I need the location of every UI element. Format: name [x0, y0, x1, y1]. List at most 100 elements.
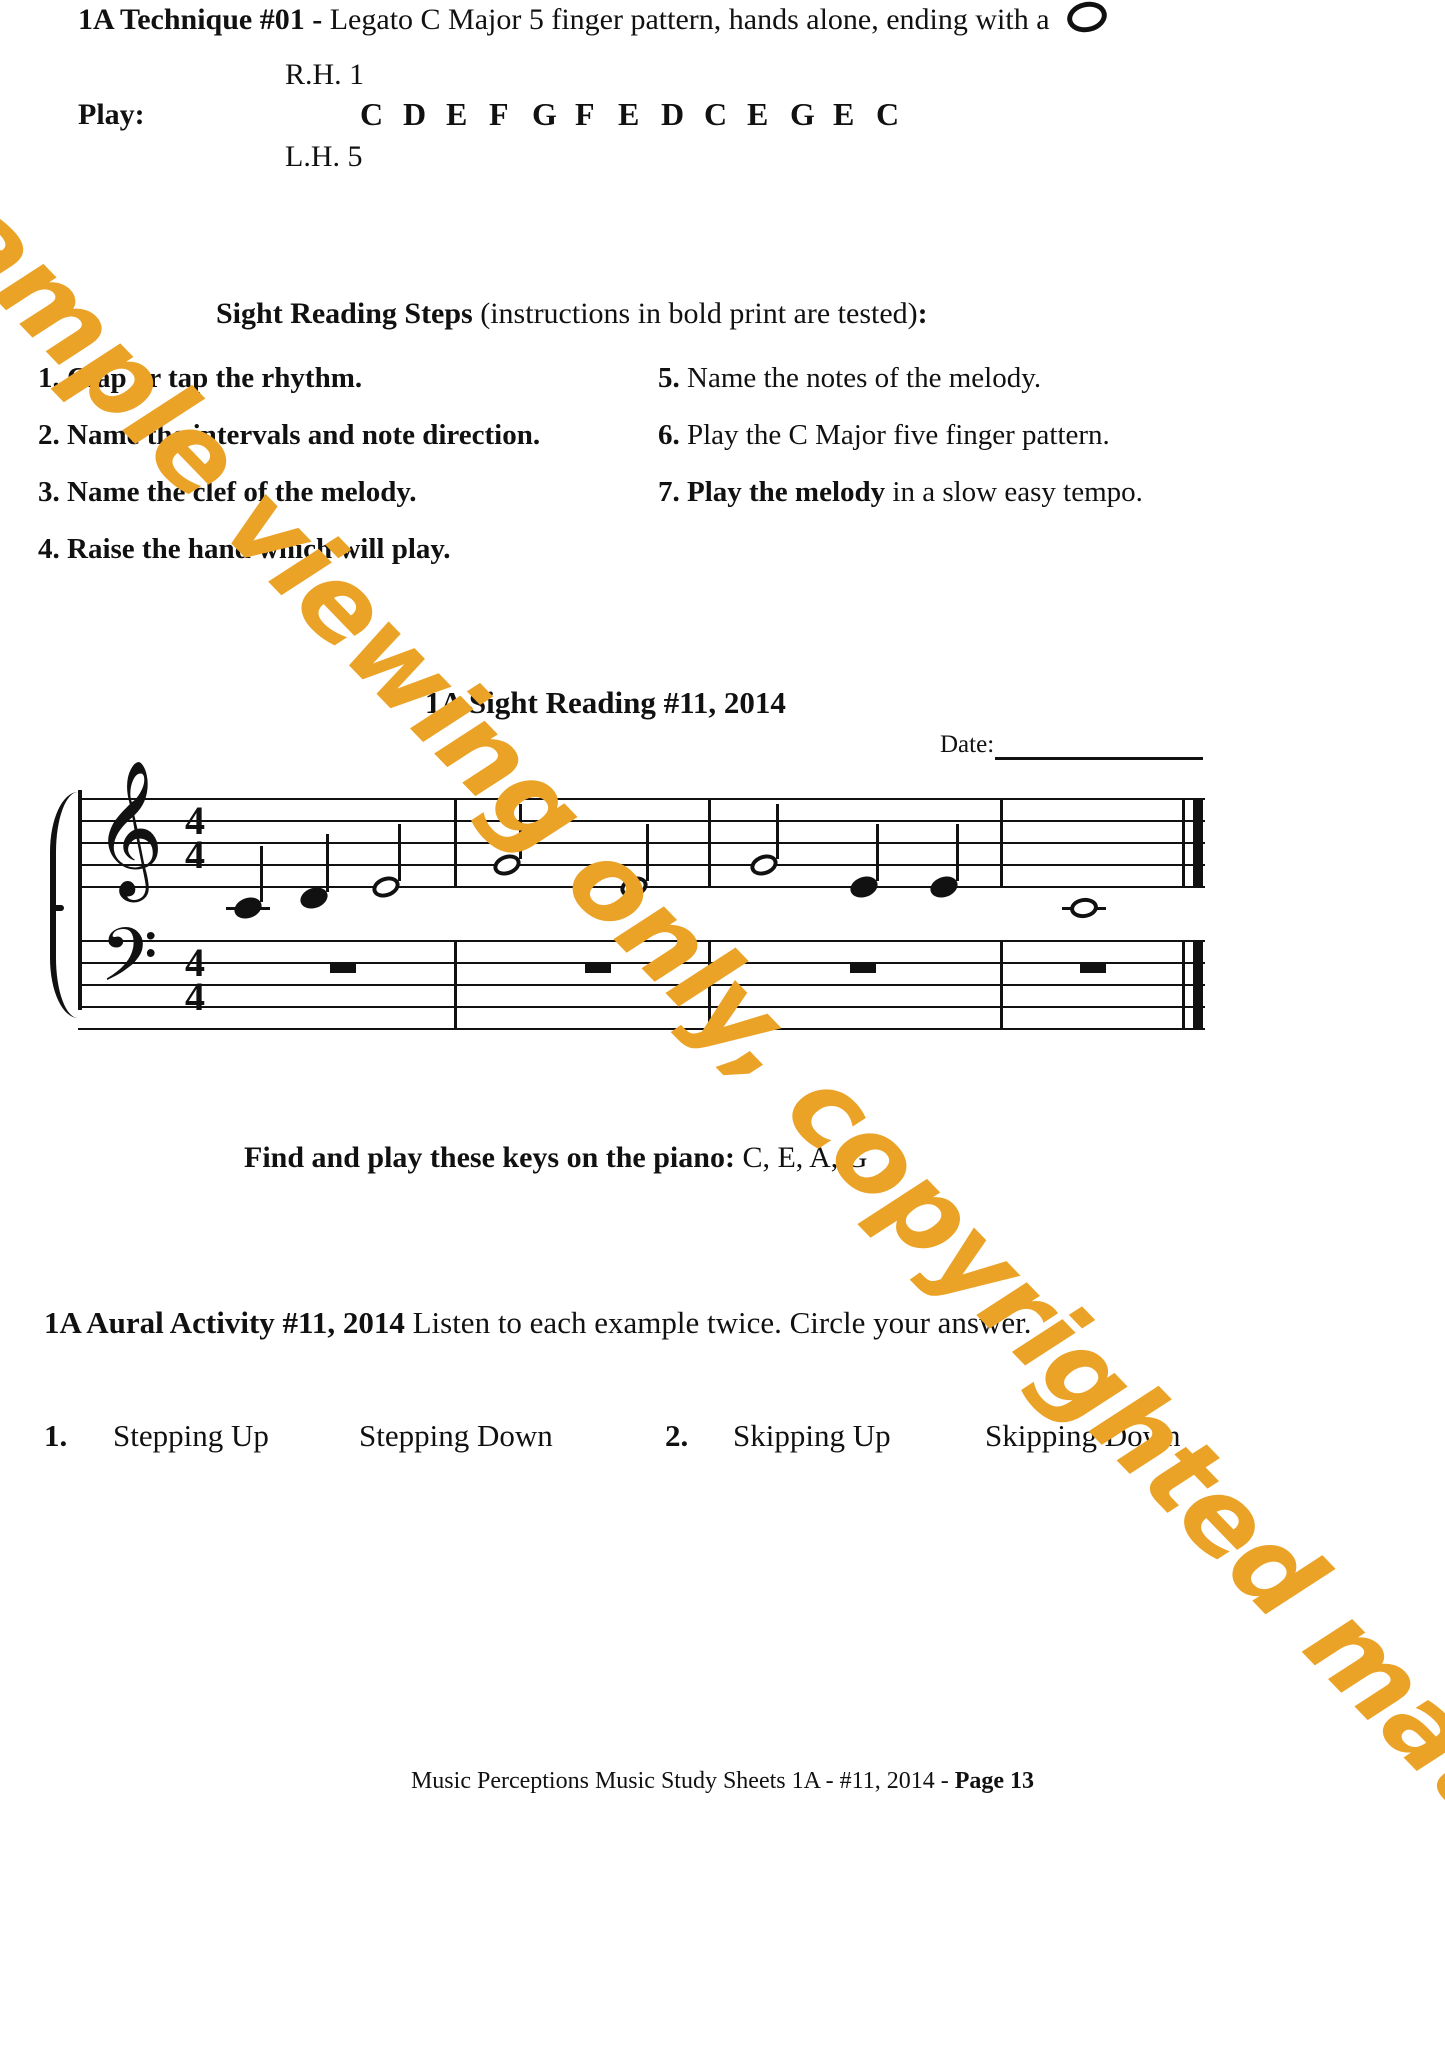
aural-item-1-option-a[interactable]: Stepping Up [113, 1418, 269, 1454]
srs-heading-colon: : [917, 297, 928, 330]
pattern-letter-9: C [704, 96, 728, 132]
bass-time-signature: 4 4 [175, 943, 215, 1019]
stem-m1-d4 [326, 834, 329, 892]
bass-barline-3 [1000, 940, 1003, 1030]
stem-m2-e4 [646, 824, 649, 881]
step-number: 1. [38, 362, 67, 394]
technique-description: Legato C Major 5 finger pattern, hands a… [329, 3, 1058, 36]
stem-m1-e4 [398, 824, 401, 881]
treble-staff-line-5 [78, 798, 1205, 800]
aural-item-2-option-b[interactable]: Skipping Down [985, 1418, 1181, 1454]
aural-activity-instruction: Listen to each example twice. Circle you… [404, 1305, 1032, 1340]
pattern-letter-5: G [532, 96, 557, 132]
stem-m1-c4 [260, 846, 263, 902]
pattern-letter-4: F [489, 96, 509, 132]
treble-final-thin-barline [1182, 798, 1185, 888]
treble-staff-line-3 [78, 842, 1205, 844]
pattern-letter-6: F [575, 96, 595, 132]
bass-staff-line-1 [78, 1028, 1205, 1030]
bass-final-thin-barline [1182, 940, 1185, 1030]
sight-reading-steps-heading: Sight Reading Steps (instructions in bol… [216, 297, 928, 331]
sight-reading-steps-right-column: 5. Name the notes of the melody. 6. Play … [658, 362, 1238, 533]
date-input-line[interactable] [995, 757, 1203, 760]
sight-reading-step-right-2: 6. Play the C Major five finger pattern. [658, 419, 1238, 452]
rest-m1-whole [330, 962, 356, 973]
sight-reading-steps-left-column: 1. Clap or tap the rhythm. 2. Name the in… [38, 362, 658, 590]
pattern-letter-3: E [446, 96, 468, 132]
footer-text: Music Perceptions Music Study Sheets 1A … [410, 1768, 955, 1794]
aural-item-1-option-b[interactable]: Stepping Down [359, 1418, 553, 1454]
step-number: 4. [38, 533, 67, 565]
step-bold-text: Name the clef of the melody. [67, 476, 417, 508]
find-play-keys: C, E, A, G [734, 1141, 868, 1174]
find-and-play-line: Find and play these keys on the piano: C… [244, 1141, 867, 1175]
step-number: 2. [38, 419, 67, 451]
bass-staff-line-3 [78, 984, 1205, 986]
step-number: 5. [658, 362, 687, 394]
aural-item-2-number: 2. [665, 1418, 689, 1453]
step-number: 7. [658, 476, 687, 508]
rest-m3-whole [850, 962, 876, 973]
technique-label: 1A Technique #01 - [78, 3, 330, 36]
step-number: 6. [658, 419, 687, 451]
bass-clef-icon: 𝄢 [100, 912, 158, 1017]
sight-reading-step-right-3: 7. Play the melody in a slow easy tempo. [658, 476, 1238, 509]
pattern-letter-1: C [360, 96, 384, 132]
grand-staff-system: 𝄞 𝄢 4 4 4 4 [50, 768, 1205, 1030]
note-m4-c4-whole [1068, 896, 1100, 920]
bass-staff-line-5 [78, 940, 1205, 942]
sight-reading-step-left-4: 4. Raise the hand which will play. [38, 533, 658, 566]
right-hand-label: R.H. 1 [285, 58, 365, 91]
system-start-barline [78, 790, 82, 1010]
left-hand-label: L.H. 5 [285, 140, 363, 173]
finger-pattern-letters: CDEFGFEDCEGEC [360, 96, 919, 133]
rest-m2-whole [585, 962, 611, 973]
step-bold-text: Clap or tap the rhythm. [67, 362, 363, 394]
treble-barline-3 [1000, 798, 1003, 888]
aural-item-2-option-a[interactable]: Skipping Up [733, 1418, 891, 1454]
step-bold-text: Raise the hand which will play. [67, 533, 451, 565]
treble-staff-line-2 [78, 864, 1205, 866]
aural-activity-heading: 1A Aural Activity #11, 2014 Listen to ea… [44, 1305, 1032, 1341]
pattern-letter-7: E [618, 96, 640, 132]
aural-item-1-number: 1. [44, 1418, 68, 1453]
pattern-letter-10: E [747, 96, 769, 132]
step-bold-text: Name the intervals and note direction. [67, 419, 541, 451]
pattern-letter-13: C [876, 96, 900, 132]
bass-barline-2 [708, 940, 711, 1030]
stem-m3-e4-b [956, 824, 959, 881]
aural-activity-title: 1A Aural Activity #11, 2014 [44, 1305, 405, 1340]
sight-reading-step-right-1: 5. Name the notes of the melody. [658, 362, 1238, 395]
stem-m3-e4-a [876, 824, 879, 881]
rest-m4-whole [1080, 962, 1106, 973]
stem-m3-g4 [776, 804, 779, 859]
sight-reading-title: 1A Sight Reading #11, 2014 [425, 685, 786, 720]
srs-heading-rest: (instructions in bold print are tested) [472, 297, 918, 330]
stem-m2-g4 [519, 804, 522, 859]
step-normal-text: in a slow easy tempo. [885, 476, 1143, 508]
step-number: 3. [38, 476, 67, 508]
sight-reading-step-left-2: 2. Name the intervals and note direction… [38, 419, 658, 452]
bass-staff-line-4 [78, 962, 1205, 964]
technique-heading: 1A Technique #01 - Legato C Major 5 fing… [78, 0, 1110, 37]
bass-final-thick-barline [1193, 940, 1203, 1030]
pattern-letter-8: D [661, 96, 685, 132]
sight-reading-step-left-1: 1. Clap or tap the rhythm. [38, 362, 658, 395]
step-bold-text: Play the melody [687, 476, 886, 508]
page-footer: Music Perceptions Music Study Sheets 1A … [0, 1768, 1445, 1795]
bass-time-sig-bottom: 4 [185, 974, 205, 1019]
sight-reading-step-left-3: 3. Name the clef of the melody. [38, 476, 658, 509]
footer-page-number: Page 13 [954, 1768, 1035, 1794]
bass-staff-line-2 [78, 1006, 1205, 1008]
treble-clef-icon: 𝄞 [94, 758, 164, 896]
treble-final-thick-barline [1193, 798, 1203, 888]
bass-barline-1 [454, 940, 457, 1030]
step-normal-text: Play the C Major five finger pattern. [687, 419, 1110, 451]
treble-staff-line-4 [78, 820, 1205, 822]
srs-heading-bold: Sight Reading Steps [216, 297, 473, 330]
treble-barline-1 [454, 798, 457, 888]
pattern-letter-12: E [833, 96, 855, 132]
date-label: Date: [940, 731, 995, 758]
play-label: Play: [78, 98, 145, 131]
treble-time-signature: 4 4 [175, 801, 215, 875]
